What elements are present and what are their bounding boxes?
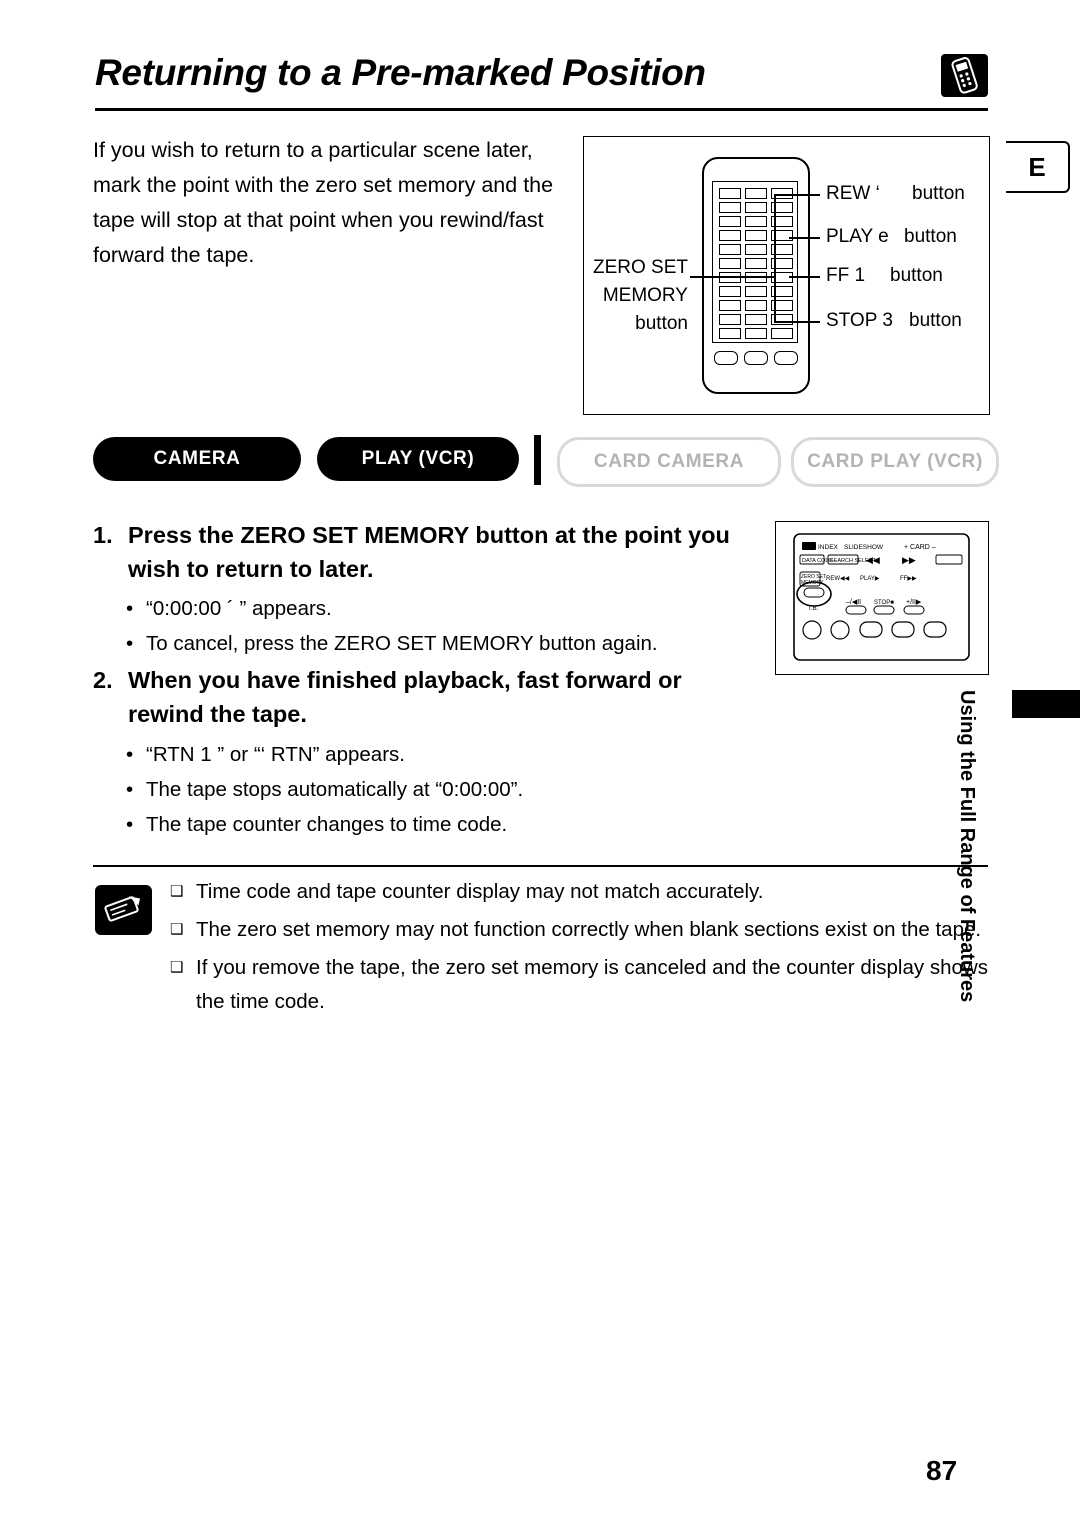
svg-text:SLIDESHOW: SLIDESHOW bbox=[844, 544, 884, 551]
leader-play bbox=[789, 237, 820, 239]
chip-card-camera[interactable]: CARD CAMERA bbox=[557, 437, 781, 487]
svg-text:▶▶: ▶▶ bbox=[902, 555, 916, 565]
label-memory: MEMORY bbox=[602, 285, 688, 306]
step-2-bullet-3: The tape counter changes to time code. bbox=[124, 807, 764, 842]
note-1: Time code and tape counter display may n… bbox=[170, 875, 988, 909]
svg-text:INDEX: INDEX bbox=[818, 544, 839, 551]
page-number: 87 bbox=[926, 1455, 958, 1486]
chip-card-play-vcr[interactable]: CARD PLAY (VCR) bbox=[791, 437, 999, 487]
svg-text:FF▶▶: FF▶▶ bbox=[900, 576, 917, 582]
side-tab-label: Using the Full Range of Features bbox=[956, 690, 978, 1003]
notes-list: Time code and tape counter display may n… bbox=[170, 875, 988, 1023]
intro-paragraph: If you wish to return to a particular sc… bbox=[93, 138, 554, 267]
svg-text:–/◀II: –/◀II bbox=[846, 599, 861, 606]
step-1-number: 1. bbox=[93, 522, 113, 548]
label-rew: REW ‘ bbox=[826, 183, 880, 204]
svg-text:PLAY▶: PLAY▶ bbox=[860, 576, 880, 582]
pencil-note-icon bbox=[95, 885, 152, 935]
label-ff-button: button bbox=[890, 265, 943, 286]
chip-divider bbox=[534, 435, 541, 485]
note-3: If you remove the tape, the zero set mem… bbox=[170, 951, 988, 1019]
leader-vertical-stop bbox=[774, 276, 776, 323]
leader-vertical-right bbox=[774, 194, 776, 278]
label-memory-button: button bbox=[635, 313, 688, 334]
document-page: Returning to a Pre-marked Position E If … bbox=[0, 0, 1080, 1532]
remote-button-area bbox=[712, 181, 798, 343]
label-stop-button: button bbox=[909, 310, 962, 331]
step-1-bullet-2: To cancel, press the ZERO SET MEMORY but… bbox=[124, 626, 744, 661]
svg-text:REW◀◀: REW◀◀ bbox=[826, 576, 850, 582]
step-2-bullet-1: “RTN 1 ” or “‘ RTN” appears. bbox=[124, 737, 764, 772]
label-stop: STOP 3 bbox=[826, 310, 893, 331]
leader-ff bbox=[789, 276, 820, 278]
step-1-heading: Press the ZERO SET MEMORY button at the … bbox=[128, 522, 730, 582]
remote-illustration: ZERO SET MEMORY button REW ‘ button PLAY… bbox=[583, 136, 990, 415]
camera-panel-illustration: INDEX SLIDESHOW + CARD – DATA CODE SEARC… bbox=[775, 521, 989, 675]
chip-play-vcr[interactable]: PLAY (VCR) bbox=[317, 437, 519, 481]
mode-chip-row: CAMERA PLAY (VCR) CARD CAMERA CARD PLAY … bbox=[93, 435, 999, 487]
side-tab-marker bbox=[1012, 690, 1080, 718]
step-1-bullet-1: “0:00:00 ´ ” appears. bbox=[124, 591, 744, 626]
leader-stop bbox=[774, 321, 820, 323]
svg-text:STOP■: STOP■ bbox=[874, 600, 894, 606]
chip-camera[interactable]: CAMERA bbox=[93, 437, 301, 481]
step-2-bullets: “RTN 1 ” or “‘ RTN” appears. The tape st… bbox=[124, 737, 764, 842]
label-zero-set: ZERO SET bbox=[592, 257, 688, 278]
label-play-button: button bbox=[904, 226, 957, 247]
language-tab: E bbox=[1006, 141, 1070, 193]
leader-zero-set bbox=[690, 276, 774, 278]
svg-text:◀◀: ◀◀ bbox=[866, 555, 880, 565]
label-rew-button: button bbox=[912, 183, 965, 204]
title-divider bbox=[95, 108, 988, 111]
leader-rew bbox=[774, 194, 820, 196]
note-2: The zero set memory may not function cor… bbox=[170, 913, 988, 947]
page-title: Returning to a Pre-marked Position bbox=[95, 52, 706, 93]
svg-text:+/II▶: +/II▶ bbox=[906, 599, 922, 606]
svg-text:DATA CODE: DATA CODE bbox=[802, 558, 833, 564]
step-2-heading: When you have finished playback, fast fo… bbox=[128, 667, 682, 727]
notes-divider bbox=[93, 865, 988, 867]
remote-control-icon bbox=[941, 54, 988, 97]
label-play: PLAY e bbox=[826, 226, 889, 247]
camera-panel-svg: INDEX SLIDESHOW + CARD – DATA CODE SEARC… bbox=[793, 533, 970, 661]
svg-text:T.B.: T.B. bbox=[808, 606, 819, 612]
step-2-number: 2. bbox=[93, 667, 113, 693]
step-1-bullets: “0:00:00 ´ ” appears. To cancel, press t… bbox=[124, 591, 744, 661]
svg-text:+ CARD –: + CARD – bbox=[904, 544, 936, 551]
label-ff: FF 1 bbox=[826, 265, 866, 286]
step-2-bullet-2: The tape stops automatically at “0:00:00… bbox=[124, 772, 764, 807]
